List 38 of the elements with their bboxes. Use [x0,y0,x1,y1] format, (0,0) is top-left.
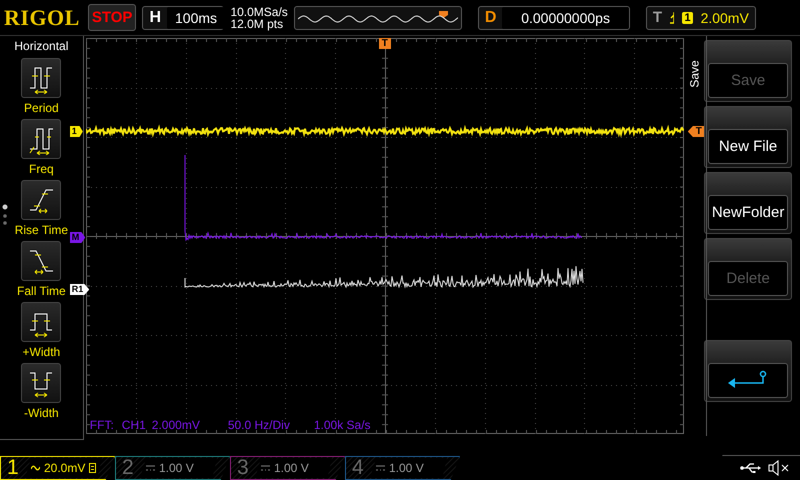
logo: RIGOL [4,4,80,30]
timebase-field[interactable]: H 100ms [142,6,224,30]
menu-button[interactable]: NewFolder [708,195,788,230]
channel-number: 1 [7,456,20,480]
channel-scale: 20.0mV [44,461,86,475]
ref-marker: R1 [70,284,90,295]
channel-tab[interactable]: 1 20.0mV [0,456,115,480]
channel-number: 3 [237,456,250,480]
menu-title: Horizontal [14,38,68,55]
sample-rate: 10.0MSa/s [230,6,288,18]
usb-icon [740,463,762,473]
fft-info: CH1 [122,418,146,432]
math-marker: M [70,232,86,243]
channel-scale: 1.00 V [159,461,194,475]
fft-info: 1.00k Sa/s [314,418,371,432]
fft-info: 2.000mV [152,418,200,432]
channel-scale: 1.00 V [389,461,424,475]
fft-info: FFT: [90,418,114,432]
page-indicator-icon [2,204,8,226]
channel-tab[interactable]: 4 1.00 V [345,456,460,480]
trigger-field[interactable]: T 1 2.00mV [646,6,756,30]
back-button[interactable] [708,363,788,398]
channel-number: 4 [352,456,365,480]
channel-marker: 1 [70,126,83,137]
memory-depth: 12.0M pts [230,18,284,30]
channel-tab[interactable]: 3 1.00 V [230,456,345,480]
menu-button[interactable]: New File [708,129,788,164]
menu-title: Save [687,60,702,88]
fft-info: 50.0 Hz/Div [228,418,290,432]
trigger-level-marker: T [688,126,705,137]
delay-field[interactable]: D 0.00000000ps [478,6,630,30]
channel-tab[interactable]: 2 1.00 V [115,456,230,480]
channel-scale: 1.00 V [274,461,309,475]
run-stop-button[interactable]: STOP [88,4,136,31]
speaker-muted-icon [768,460,790,476]
channel-number: 2 [122,456,135,480]
rising-edge-icon [670,12,674,24]
trigger-position-marker: T [378,38,391,49]
